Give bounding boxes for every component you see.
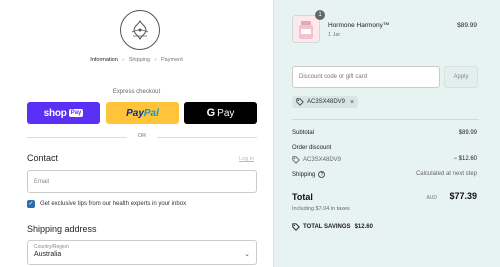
- quantity-badge: 1: [315, 10, 325, 20]
- divider-line-right: [157, 137, 257, 138]
- checkbox-check-icon: ✓: [28, 201, 34, 207]
- or-text: OR: [137, 133, 147, 139]
- google-pay-label: Pay: [217, 107, 235, 119]
- product-variant: 1 Jar: [328, 32, 341, 38]
- tag-icon: [292, 156, 300, 164]
- applied-code-text: AC3SX48DV9: [307, 99, 346, 105]
- email-placeholder: Email: [34, 178, 50, 185]
- tag-icon: [296, 98, 304, 106]
- offers-checkbox-label[interactable]: Get exclusive tips from our health exper…: [40, 201, 186, 207]
- discount-code-text: AC3SX48DV9: [303, 157, 342, 163]
- google-g-icon: G: [206, 107, 216, 119]
- offers-checkbox-row[interactable]: ✓ Get exclusive tips from our health exp…: [27, 200, 186, 208]
- country-select[interactable]: Country/Region Australia ⌄: [27, 240, 257, 265]
- brand-logo-mark: [131, 19, 149, 41]
- paypal-brand-2: Pal: [143, 107, 159, 119]
- paypal-button[interactable]: Pay Pal: [106, 102, 179, 124]
- shipping-value: Calculated at next step: [415, 171, 477, 177]
- email-field[interactable]: Email: [27, 170, 257, 193]
- savings-label: TOTAL SAVINGS: [303, 224, 351, 230]
- total-value: $77.39: [449, 191, 477, 201]
- product-thumbnail: [292, 15, 320, 43]
- total-currency: AUD: [426, 195, 437, 201]
- or-divider: OR: [27, 133, 257, 141]
- product-name: Hormone Harmony™: [328, 22, 390, 29]
- shop-pay-brand: shop: [43, 107, 67, 119]
- express-checkout-label: Express checkout: [112, 89, 161, 95]
- close-icon[interactable]: ×: [350, 99, 354, 106]
- subtotal-value: $89.99: [458, 130, 477, 136]
- savings-value: $12.60: [354, 224, 373, 230]
- breadcrumb-information[interactable]: Information: [90, 57, 118, 63]
- breadcrumb-shipping: Shipping: [128, 57, 151, 63]
- google-pay-button[interactable]: G Pay: [184, 102, 257, 124]
- product-jar-image: [293, 16, 319, 42]
- country-value: Australia: [34, 251, 62, 258]
- discount-placeholder: Discount code or gift card: [299, 74, 368, 80]
- savings-tag-icon: [292, 223, 300, 231]
- shipping-row: Shipping ?: [292, 171, 326, 178]
- product-price: $89.99: [457, 22, 477, 29]
- total-label: Total: [292, 192, 313, 202]
- shipping-address-heading: Shipping address: [27, 224, 97, 234]
- login-link[interactable]: Log in: [239, 156, 254, 162]
- shop-pay-tag: Pay: [68, 109, 84, 117]
- summary-divider: [292, 119, 479, 120]
- chevron-right-icon: ›: [122, 57, 125, 63]
- offers-checkbox[interactable]: ✓: [27, 200, 35, 208]
- contact-heading: Contact: [27, 153, 59, 163]
- chevron-down-icon: ⌄: [244, 251, 250, 258]
- apply-discount-button[interactable]: Apply: [444, 66, 478, 88]
- breadcrumb: Information › Shipping › Payment: [0, 57, 273, 63]
- order-discount-label: Order discount: [292, 145, 332, 151]
- total-savings: TOTAL SAVINGS $12.60: [292, 223, 373, 231]
- tax-note: Including $7.04 in taxes: [292, 206, 350, 212]
- shipping-label: Shipping: [292, 171, 316, 178]
- subtotal-label: Subtotal: [292, 130, 315, 136]
- help-icon[interactable]: ?: [318, 171, 326, 178]
- breadcrumb-payment: Payment: [161, 57, 183, 63]
- discount-code-row: AC3SX48DV9: [292, 156, 341, 164]
- chevron-right-icon: ›: [154, 57, 157, 63]
- country-caption: Country/Region: [34, 244, 69, 250]
- brand-logo[interactable]: [120, 10, 160, 50]
- discount-code-input[interactable]: Discount code or gift card: [292, 66, 440, 88]
- checkout-main-panel: Information › Shipping › Payment Express…: [0, 0, 273, 267]
- paypal-brand-1: Pay: [126, 107, 144, 119]
- applied-code-chip: AC3SX48DV9 ×: [292, 96, 359, 108]
- discount-value: − $12.60: [453, 156, 477, 162]
- shop-pay-button[interactable]: shop Pay: [27, 102, 100, 124]
